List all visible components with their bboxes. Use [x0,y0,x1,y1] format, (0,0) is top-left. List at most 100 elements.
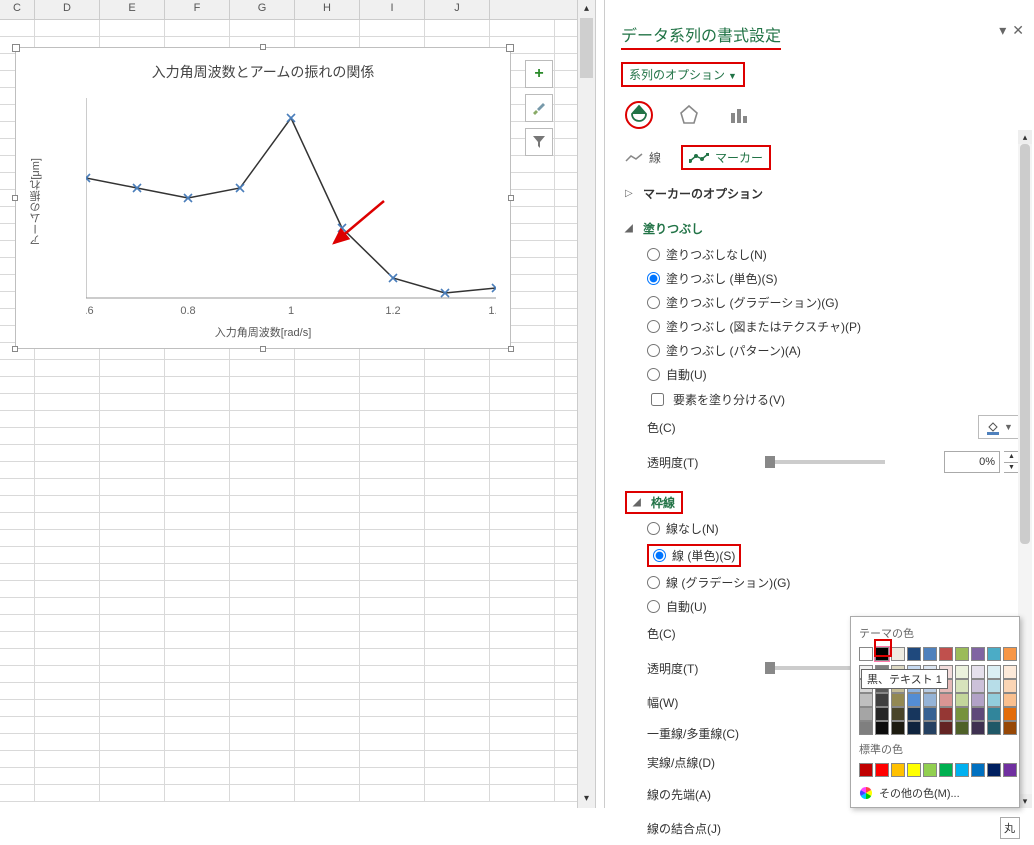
grid-row[interactable] [0,683,595,700]
grid-row[interactable] [0,462,595,479]
col-header[interactable]: E [100,0,165,19]
color-swatch[interactable] [859,763,873,777]
grid-row[interactable] [0,598,595,615]
grid-row[interactable] [0,768,595,785]
grid-row[interactable] [0,496,595,513]
color-swatch[interactable] [971,763,985,777]
color-swatch[interactable] [939,693,953,707]
color-swatch[interactable] [859,647,873,661]
color-swatch[interactable] [859,707,873,721]
fill-auto-radio[interactable]: 自動(U) [647,366,1020,383]
color-swatch[interactable] [923,763,937,777]
color-swatch[interactable] [1003,707,1017,721]
color-swatch[interactable] [987,647,1001,661]
color-swatch[interactable] [859,721,873,735]
grid-vertical-scrollbar[interactable]: ▴ ▾ [577,0,595,808]
grid-row[interactable] [0,581,595,598]
fill-picture-radio[interactable]: 塗りつぶし (図またはテクスチャ)(P) [647,318,1020,335]
border-solid-radio[interactable]: 線 (単色)(S) [653,547,735,564]
fill-solid-radio[interactable]: 塗りつぶし (単色)(S) [647,270,1020,287]
fill-pattern-radio[interactable]: 塗りつぶし (パターン)(A) [647,342,1020,359]
color-swatch[interactable] [1003,721,1017,735]
panel-dropdown-icon[interactable]: ▾ [999,22,1006,39]
color-swatch[interactable] [875,707,889,721]
grid-row[interactable] [0,564,595,581]
color-swatch[interactable] [955,647,969,661]
color-swatch[interactable] [891,707,905,721]
color-swatch[interactable] [891,647,905,661]
color-swatch[interactable] [891,693,905,707]
scroll-down-icon[interactable]: ▾ [1018,794,1032,808]
grid-row[interactable] [0,717,595,734]
scroll-thumb[interactable] [580,18,593,78]
grid-row[interactable] [0,666,595,683]
color-swatch[interactable] [987,763,1001,777]
grid-row[interactable] [0,513,595,530]
grid-row[interactable] [0,479,595,496]
border-none-radio[interactable]: 線なし(N) [647,520,1020,537]
color-swatch[interactable] [971,679,985,693]
embedded-chart[interactable]: 入力角周波数とアームの振れの関係 アームの振れ[μm] 入力角周波数[rad/s… [15,47,511,349]
scroll-down-icon[interactable]: ▾ [578,790,595,808]
grid-row[interactable] [0,360,595,377]
vary-by-element-checkbox[interactable]: 要素を塗り分ける(V) [647,390,1020,409]
color-swatch[interactable] [1003,763,1017,777]
color-swatch[interactable] [971,693,985,707]
border-section-header[interactable]: ◢ 枠線 [625,491,683,514]
color-swatch[interactable] [971,707,985,721]
chart-filter-button[interactable] [525,128,553,156]
fill-transparency-slider[interactable] [765,460,885,464]
color-swatch[interactable] [955,665,969,679]
color-swatch[interactable] [955,721,969,735]
grid-row[interactable] [0,530,595,547]
color-swatch[interactable] [907,763,921,777]
grid-row[interactable] [0,785,595,802]
col-header[interactable]: D [35,0,100,19]
color-swatch[interactable] [971,647,985,661]
color-swatch[interactable] [907,721,921,735]
color-swatch[interactable] [1003,647,1017,661]
scroll-thumb[interactable] [1020,144,1030,544]
effects-tab-icon[interactable] [675,101,703,129]
chart-title[interactable]: 入力角周波数とアームの振れの関係 [16,48,510,82]
grid-row[interactable] [0,377,595,394]
col-header[interactable]: G [230,0,295,19]
color-swatch[interactable] [907,693,921,707]
chart-x-axis-label[interactable]: 入力角周波数[rad/s] [16,324,510,340]
grid-row[interactable] [0,649,595,666]
series-options-dropdown[interactable]: 系列のオプション▼ [621,62,745,87]
fill-none-radio[interactable]: 塗りつぶしなし(N) [647,246,1020,263]
color-swatch[interactable] [939,721,953,735]
color-swatch[interactable] [923,721,937,735]
chart-y-axis-label[interactable]: アームの振れ[μm] [28,158,44,246]
color-swatch[interactable] [955,763,969,777]
color-swatch[interactable] [955,707,969,721]
grid-row[interactable] [0,20,595,37]
grid-row[interactable] [0,394,595,411]
panel-close-icon[interactable]: ✕ [1012,22,1024,39]
color-swatch[interactable] [859,693,873,707]
color-swatch[interactable] [923,693,937,707]
grid-row[interactable] [0,700,595,717]
color-swatch[interactable] [987,693,1001,707]
grid-row[interactable] [0,615,595,632]
col-header[interactable]: I [360,0,425,19]
series-options-tab-icon[interactable] [725,101,753,129]
color-swatch[interactable] [971,721,985,735]
col-header[interactable]: C [0,0,35,19]
grid-row[interactable] [0,547,595,564]
color-swatch[interactable] [987,665,1001,679]
color-swatch[interactable] [891,721,905,735]
color-swatch[interactable] [875,763,889,777]
border-gradient-radio[interactable]: 線 (グラデーション)(G) [647,574,1020,591]
fill-gradient-radio[interactable]: 塗りつぶし (グラデーション)(G) [647,294,1020,311]
grid-row[interactable] [0,734,595,751]
color-swatch[interactable] [1003,665,1017,679]
color-swatch[interactable] [923,707,937,721]
color-swatch[interactable] [875,647,889,661]
fill-transparency-input[interactable]: 0% [944,451,1000,473]
marker-tab[interactable]: マーカー [681,145,771,170]
fill-section-header[interactable]: ◢ 塗りつぶし [625,217,1020,240]
grid-row[interactable] [0,428,595,445]
color-swatch[interactable] [891,763,905,777]
